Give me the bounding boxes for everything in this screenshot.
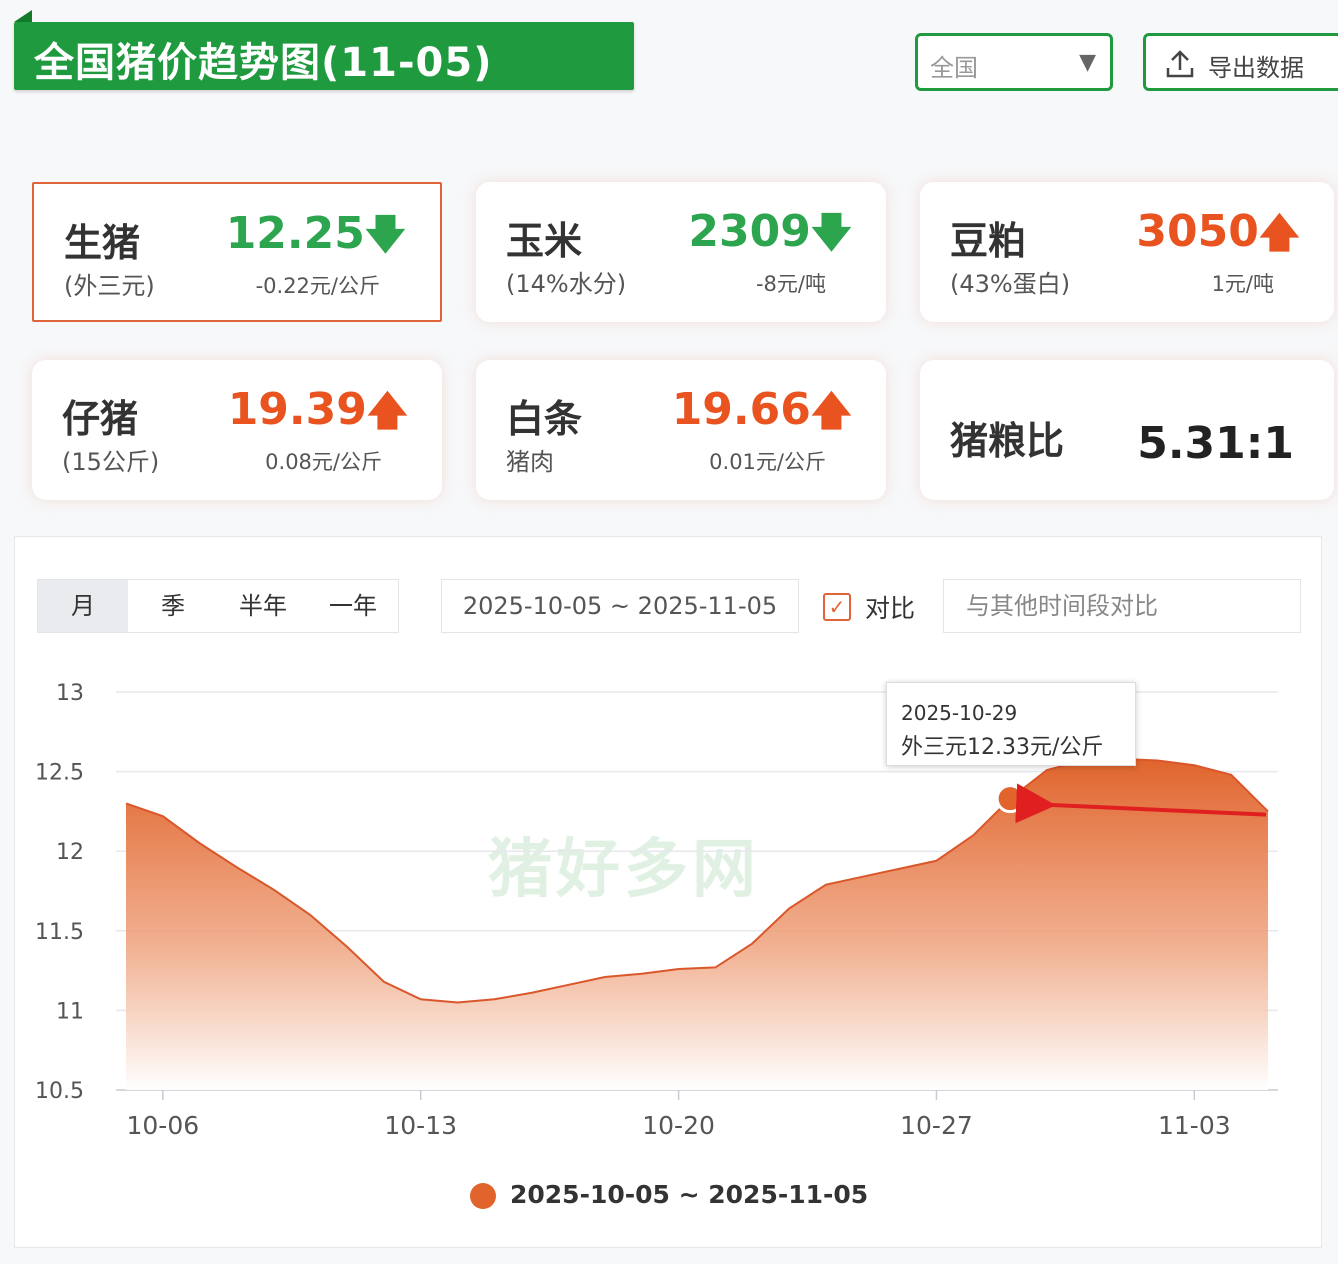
x-tick-label: 10-06 [127,1111,200,1140]
x-tick-label: 10-27 [900,1111,973,1140]
y-tick-label: 12 [56,840,84,865]
x-tick-label: 10-13 [384,1111,457,1140]
tooltip-value: 外三元12.33元/公斤 [901,735,1104,760]
y-tick-label: 11.5 [35,920,84,945]
y-tick-label: 12.5 [35,761,84,786]
y-tick-label: 11 [56,999,84,1024]
y-tick-label: 13 [56,681,84,706]
chart-tooltip: 2025-10-29 外三元12.33元/公斤 [886,682,1136,766]
legend-marker [470,1183,496,1209]
price-trend-chart: 10.5 11 11.5 12 12.5 13 10-06 10-13 10-20 10-27 11… [35,681,1278,1140]
x-tick-label: 11-03 [1158,1111,1231,1140]
x-tick-label: 10-20 [642,1111,715,1140]
tooltip-date: 2025-10-29 [901,701,1018,725]
legend-label: 2025-10-05 ~ 2025-11-05 [510,1180,869,1209]
y-tick-label: 10.5 [35,1079,84,1104]
highlight-point[interactable] [995,784,1025,814]
